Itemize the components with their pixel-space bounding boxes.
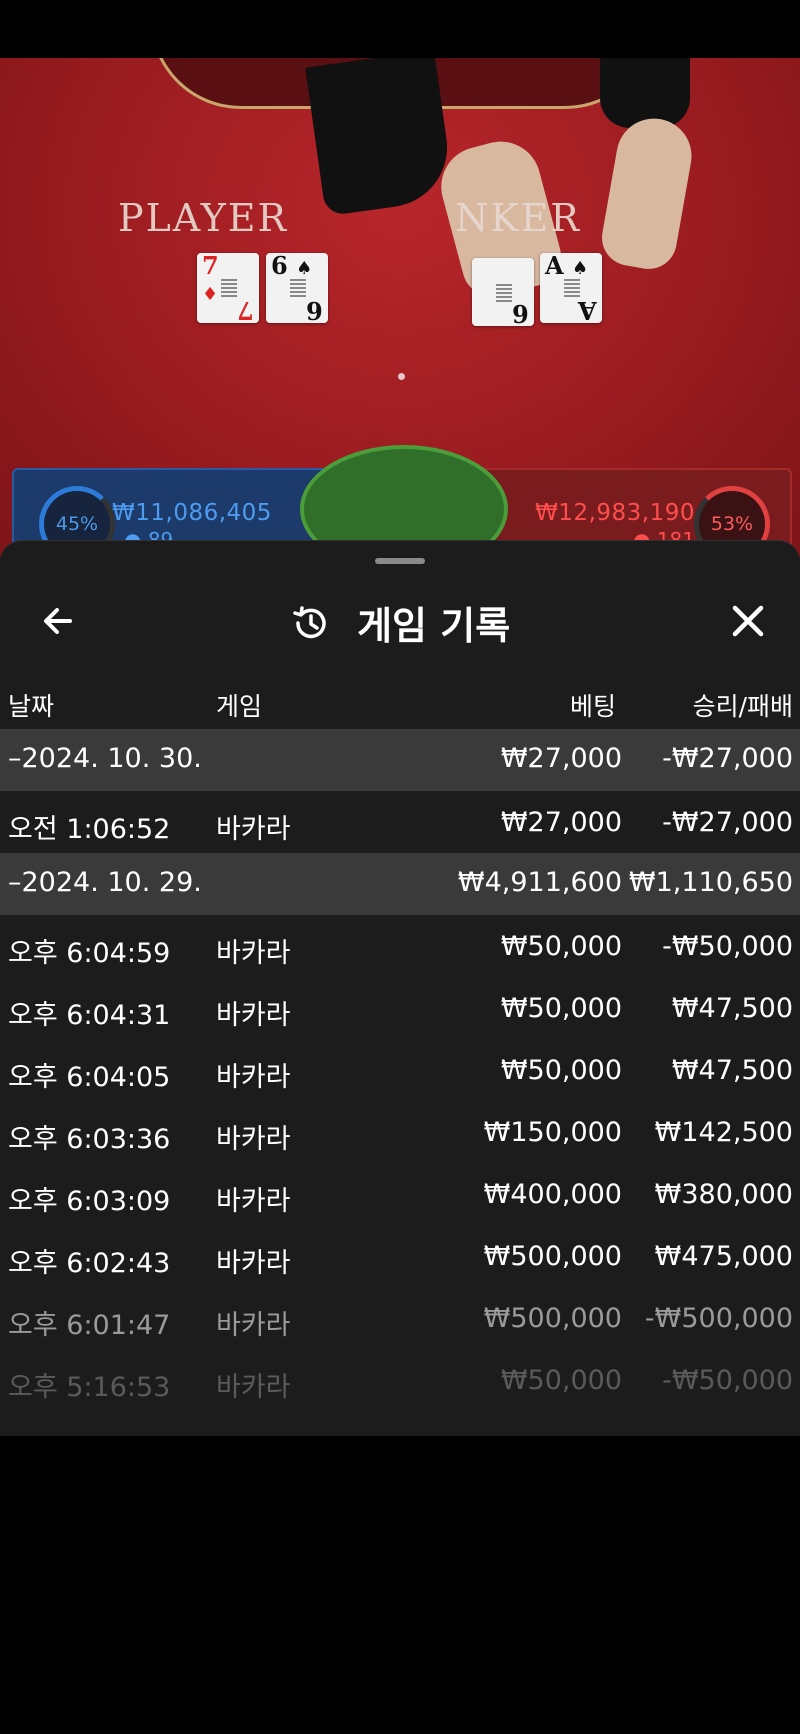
banker-total-amount: ₩12,983,190 [535, 500, 695, 526]
group-wl-total: -₩27,000 [662, 743, 793, 774]
history-row[interactable]: 오후 6:01:47 바카라 ₩500,000 -₩500,000 [0, 1287, 800, 1349]
row-win-loss: ₩47,500 [671, 993, 793, 1024]
close-icon [732, 605, 764, 637]
page-title-wrap: 게임 기록 [0, 595, 800, 650]
row-time: 오후 6:04:05 [8, 1062, 171, 1093]
dealer-arm [305, 58, 455, 217]
row-game: 바카라 [216, 938, 291, 969]
table-marker [398, 373, 405, 380]
column-header-game[interactable]: 게임 [216, 687, 262, 723]
close-button[interactable] [718, 591, 778, 651]
banker-card: A ♠ A [540, 253, 602, 325]
row-time: 오후 6:02:43 [8, 1248, 171, 1279]
row-game: 바카라 [216, 1186, 291, 1217]
sheet-header: 게임 기록 [0, 581, 800, 671]
group-bet-total: ₩27,000 [500, 743, 622, 774]
page-title: 게임 기록 [357, 604, 511, 648]
history-row[interactable]: 오후 6:02:43 바카라 ₩500,000 ₩475,000 [0, 1225, 800, 1287]
row-game: 바카라 [216, 1124, 291, 1155]
row-game: 바카라 [216, 1000, 291, 1031]
player-card: 7 ♦ 7 [197, 253, 259, 325]
dealer-hand [597, 112, 698, 274]
row-time: 오후 6:04:31 [8, 1000, 171, 1031]
history-list: –2024. 10. 30. ₩27,000 -₩27,000 오전 1:06:… [0, 729, 800, 1411]
player-total-amount: ₩11,086,405 [112, 500, 272, 526]
history-row[interactable]: 오후 6:04:05 바카라 ₩50,000 ₩47,500 [0, 1039, 800, 1101]
row-win-loss: ₩475,000 [654, 1241, 793, 1272]
row-bet: ₩400,000 [483, 1179, 622, 1210]
history-row[interactable]: 오후 6:03:36 바카라 ₩150,000 ₩142,500 [0, 1101, 800, 1163]
row-bet: ₩500,000 [483, 1303, 622, 1334]
history-row[interactable]: 오후 6:03:09 바카라 ₩400,000 ₩380,000 [0, 1163, 800, 1225]
row-time: 오후 6:03:36 [8, 1124, 171, 1155]
row-bet: ₩50,000 [500, 1055, 622, 1086]
row-time: 오후 6:01:47 [8, 1310, 171, 1341]
row-bet: ₩50,000 [500, 993, 622, 1024]
row-win-loss: ₩142,500 [654, 1117, 793, 1148]
column-header-date[interactable]: 날짜 [8, 687, 54, 723]
history-row[interactable]: 오후 5:16:53 바카라 ₩50,000 -₩50,000 [0, 1349, 800, 1411]
row-time: 오후 6:04:59 [8, 938, 171, 969]
drag-handle[interactable] [375, 558, 425, 564]
row-time: 오전 1:06:52 [8, 814, 171, 845]
banker-label: NKER [455, 196, 581, 240]
row-bet: ₩150,000 [483, 1117, 622, 1148]
row-win-loss: ₩380,000 [654, 1179, 793, 1210]
column-header-win-loss[interactable]: 승리/패배 [693, 687, 793, 723]
game-history-sheet: 게임 기록 날짜 게임 베팅 승리/패배 –2024. 10. 30. ₩27,… [0, 540, 800, 1437]
row-game: 바카라 [216, 1248, 291, 1279]
group-date: –2024. 10. 30. [8, 743, 202, 774]
history-row[interactable]: 오후 6:04:59 바카라 ₩50,000 -₩50,000 [0, 915, 800, 977]
row-win-loss: -₩27,000 [662, 807, 793, 838]
row-bet: ₩27,000 [500, 807, 622, 838]
row-win-loss: -₩50,000 [662, 931, 793, 962]
row-game: 바카라 [216, 814, 291, 845]
player-label: PLAYER [118, 196, 289, 240]
column-headers: 날짜 게임 베팅 승리/패배 [0, 679, 800, 729]
column-header-bet[interactable]: 베팅 [570, 687, 616, 723]
row-win-loss: -₩50,000 [662, 1365, 793, 1396]
group-bet-total: ₩4,911,600 [457, 867, 622, 898]
history-icon [293, 605, 326, 638]
history-row[interactable]: 오전 1:06:52 바카라 ₩27,000 -₩27,000 [0, 791, 800, 853]
row-win-loss: -₩500,000 [644, 1303, 793, 1334]
row-bet: ₩500,000 [483, 1241, 622, 1272]
history-row[interactable]: 오후 6:04:31 바카라 ₩50,000 ₩47,500 [0, 977, 800, 1039]
date-group-row[interactable]: –2024. 10. 29. ₩4,911,600 ₩1,110,650 [0, 853, 800, 915]
row-game: 바카라 [216, 1310, 291, 1341]
dealer-arm [600, 58, 690, 128]
row-time: 오후 5:16:53 [8, 1372, 171, 1403]
group-date: –2024. 10. 29. [8, 867, 202, 898]
screen-bottom-area [0, 1436, 800, 1734]
date-group-row[interactable]: –2024. 10. 30. ₩27,000 -₩27,000 [0, 729, 800, 791]
row-win-loss: ₩47,500 [671, 1055, 793, 1086]
row-game: 바카라 [216, 1062, 291, 1093]
banker-card: 6 [472, 258, 534, 328]
player-card: 6 ♠ 6 [266, 253, 328, 325]
row-game: 바카라 [216, 1372, 291, 1403]
group-wl-total: ₩1,110,650 [628, 867, 793, 898]
row-bet: ₩50,000 [500, 1365, 622, 1396]
row-time: 오후 6:03:09 [8, 1186, 171, 1217]
row-bet: ₩50,000 [500, 931, 622, 962]
